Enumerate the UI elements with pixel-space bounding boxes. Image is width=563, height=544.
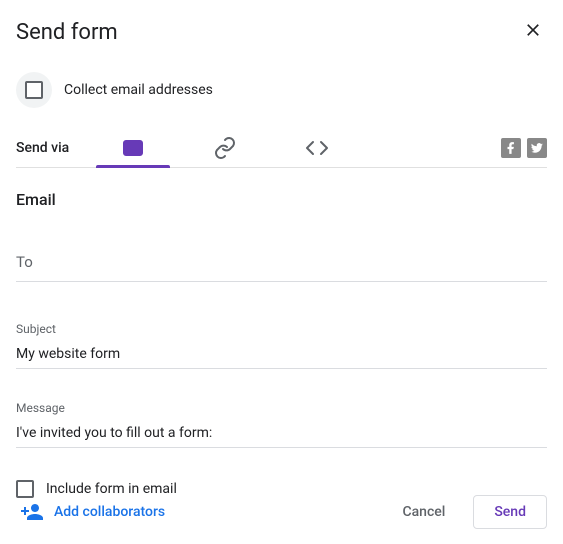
tab-email[interactable] [113,128,153,167]
add-collaborators-label: Add collaborators [54,504,165,520]
collect-emails-label: Collect email addresses [64,82,213,98]
social-icons [501,138,547,158]
dialog-header: Send form [16,16,547,48]
send-via-label: Send via [16,140,69,156]
tab-embed[interactable] [297,128,337,167]
send-via-row: Send via [16,128,547,168]
message-input[interactable] [16,419,547,448]
facebook-share-button[interactable] [501,138,521,158]
email-icon [121,136,145,160]
close-icon [523,20,543,40]
collect-emails-row: Collect email addresses [16,72,547,108]
facebook-icon [504,141,518,155]
dialog-footer: Add collaborators Cancel Send [0,492,563,532]
footer-buttons: Cancel Send [382,495,547,529]
subject-label: Subject [16,322,547,336]
add-person-icon [20,500,44,524]
embed-icon [305,136,329,160]
send-button[interactable]: Send [473,495,547,529]
to-field-group [16,247,547,282]
collect-emails-checkbox[interactable] [25,81,43,99]
tab-link[interactable] [205,128,245,167]
subject-input[interactable] [16,340,547,369]
message-label: Message [16,401,547,415]
send-via-tabs [113,128,337,167]
dialog-title: Send form [16,20,118,45]
close-button[interactable] [519,16,547,48]
to-input[interactable] [16,247,547,282]
email-form-body: Email Subject Message Include form in em… [16,168,547,498]
cancel-button[interactable]: Cancel [382,496,465,528]
collect-emails-checkbox-wrapper[interactable] [16,72,52,108]
twitter-icon [530,141,544,155]
email-section-title: Email [16,190,547,209]
twitter-share-button[interactable] [527,138,547,158]
subject-field-group: Subject [16,322,547,369]
link-icon [213,136,237,160]
add-collaborators-button[interactable]: Add collaborators [16,492,169,532]
message-field-group: Message [16,401,547,448]
